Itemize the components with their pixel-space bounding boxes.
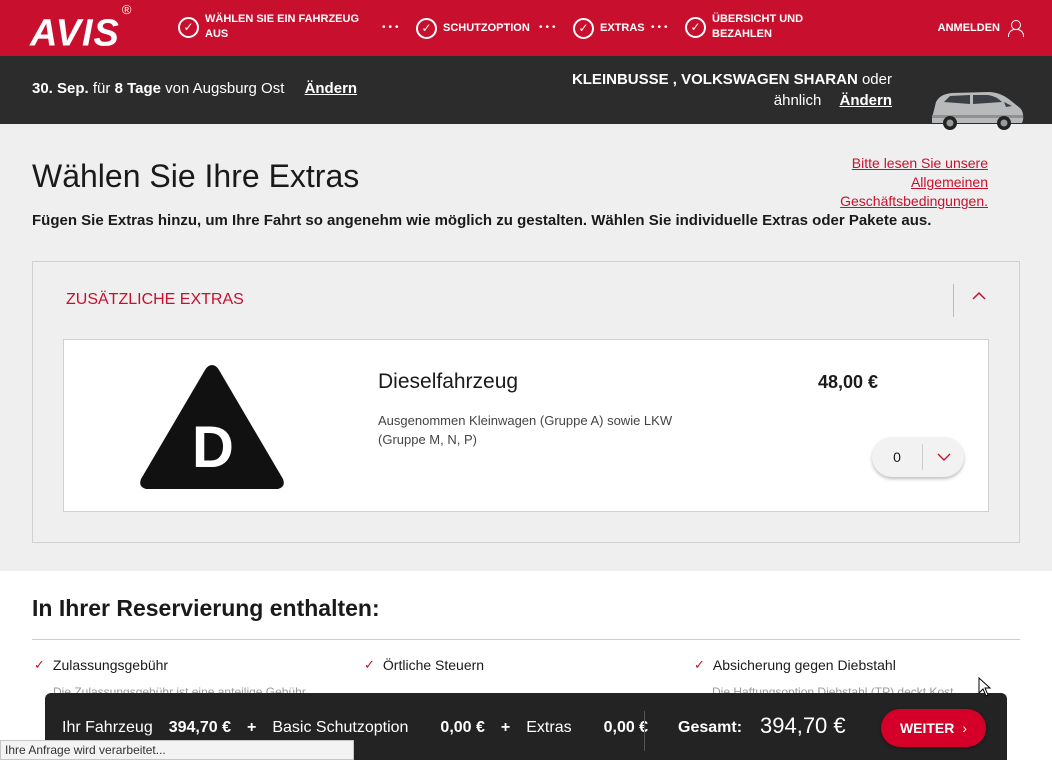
included-item: ✓ Zulassungsgebühr — [34, 657, 168, 673]
included-item-label: Absicherung gegen Diebstahl — [712, 657, 896, 673]
extra-price: 48,00 € — [817, 372, 878, 392]
continue-button[interactable]: WEITER › — [881, 709, 986, 747]
vehicle-similar-text: ähnlich — [773, 92, 822, 109]
included-title: In Ihrer Reservierung enthalten: — [32, 595, 380, 621]
step-extras[interactable]: ✓ EXTRAS — [573, 18, 645, 39]
quantity-value[interactable]: 0 — [872, 449, 922, 465]
login-label: ANMELDEN — [937, 22, 1000, 34]
included-item-label: Örtliche Steuern — [382, 657, 485, 673]
checkmark-icon: ✓ — [364, 657, 375, 672]
step-protection[interactable]: ✓ SCHUTZOPTION — [416, 18, 530, 39]
included-item: ✓ Absicherung gegen Diebstahl — [694, 657, 896, 673]
included-item: ✓ Örtliche Steuern — [364, 657, 484, 673]
price-breakdown: Ihr Fahrzeug 394,70 € + Basic Schutzopti… — [62, 719, 648, 737]
vehicle-price-label: Ihr Fahrzeug — [62, 719, 153, 736]
check-circle-icon: ✓ — [685, 16, 706, 38]
continue-button-label: WEITER — [899, 720, 955, 736]
top-navigation-bar: AVIS® ✓ WÄHLEN SIE EIN FAHRZEUG AUS ••• … — [0, 0, 1052, 56]
step-label: WÄHLEN SIE EIN FAHRZEUG AUS — [205, 13, 360, 40]
panel-divider — [953, 284, 954, 317]
summary-divider — [644, 711, 645, 751]
quantity-dropdown-button[interactable] — [923, 453, 964, 461]
mouse-cursor-icon — [978, 677, 992, 697]
browser-status-bar: Ihre Anfrage wird verarbeitet... — [0, 740, 354, 760]
page-subtitle: Fügen Sie Extras hinzu, um Ihre Fahrt so… — [32, 212, 932, 229]
step-separator-dots: ••• — [539, 22, 559, 33]
change-booking-link[interactable]: Ändern — [305, 80, 358, 97]
pickup-date: 30. Sep. — [32, 80, 89, 97]
chevron-right-icon: › — [962, 720, 968, 736]
included-divider — [32, 639, 1020, 640]
additional-extras-panel: ZUSÄTZLICHE EXTRAS D Dieselfahrzeug Ausg… — [32, 261, 1020, 543]
extra-item-card: D Dieselfahrzeug Ausgenommen Kleinwagen … — [63, 339, 989, 512]
plus-sign: + — [500, 719, 511, 736]
plus-sign: + — [247, 719, 257, 736]
diesel-icon: D — [140, 365, 284, 489]
panel-title[interactable]: ZUSÄTZLICHE EXTRAS — [66, 291, 244, 309]
from-text: von — [165, 80, 190, 97]
page-title: Wählen Sie Ihre Extras — [32, 158, 360, 194]
booking-info: 30. Sep. für 8 Tage von Augsburg Ost Änd… — [32, 80, 357, 97]
chevron-down-icon — [937, 453, 950, 461]
extras-price-value: 0,00 € — [603, 719, 649, 736]
step-overview-payment[interactable]: ✓ ÜBERSICHT UND BEZAHLEN — [685, 12, 822, 42]
login-link[interactable]: ANMELDEN — [937, 20, 1024, 37]
rental-duration: 8 Tage — [114, 80, 161, 97]
change-vehicle-link[interactable]: Ändern — [840, 92, 893, 109]
vehicle-or-text: oder — [861, 71, 892, 88]
quantity-stepper[interactable]: 0 — [872, 437, 964, 477]
extra-name: Dieselfahrzeug — [378, 370, 519, 393]
check-circle-icon: ✓ — [573, 18, 594, 39]
check-circle-icon: ✓ — [178, 16, 199, 38]
total-value: 394,70 € — [760, 713, 846, 738]
vehicle-price-value: 394,70 € — [168, 719, 231, 736]
checkmark-icon: ✓ — [694, 657, 705, 672]
check-circle-icon: ✓ — [416, 18, 437, 39]
booking-summary-bar: 30. Sep. für 8 Tage von Augsburg Ost Änd… — [0, 56, 1052, 124]
checkmark-icon: ✓ — [34, 657, 45, 672]
step-separator-dots: ••• — [382, 22, 402, 33]
step-separator-dots: ••• — [651, 22, 671, 33]
vehicle-name: KLEINBUSSE , VOLKSWAGEN SHARAN — [571, 71, 858, 88]
extras-price-label: Extras — [526, 719, 572, 736]
user-icon — [1008, 20, 1024, 37]
step-label: EXTRAS — [600, 22, 645, 34]
avis-logo[interactable]: AVIS® — [30, 2, 132, 54]
step-label: SCHUTZOPTION — [443, 22, 530, 34]
protection-price-value: 0,00 € — [440, 719, 485, 736]
vehicle-image — [932, 92, 1024, 130]
diesel-icon-letter: D — [192, 415, 234, 480]
for-text: für — [92, 80, 111, 97]
terms-link[interactable]: Bitte lesen Sie unsere Allgemeinen Gesch… — [788, 154, 988, 211]
step-choose-vehicle[interactable]: ✓ WÄHLEN SIE EIN FAHRZEUG AUS — [178, 12, 368, 42]
chevron-up-icon[interactable] — [971, 289, 987, 303]
selected-vehicle: KLEINBUSSE , VOLKSWAGEN SHARAN oder ähnl… — [562, 69, 892, 111]
step-label: ÜBERSICHT UND BEZAHLEN — [712, 13, 804, 40]
pickup-location: Augsburg Ost — [192, 80, 285, 97]
total-label: Gesamt: — [678, 719, 743, 736]
protection-price-label: Basic Schutzoption — [272, 719, 409, 736]
included-item-label: Zulassungsgebühr — [52, 657, 169, 673]
extra-description: Ausgenommen Kleinwagen (Gruppe A) sowie … — [378, 413, 673, 447]
